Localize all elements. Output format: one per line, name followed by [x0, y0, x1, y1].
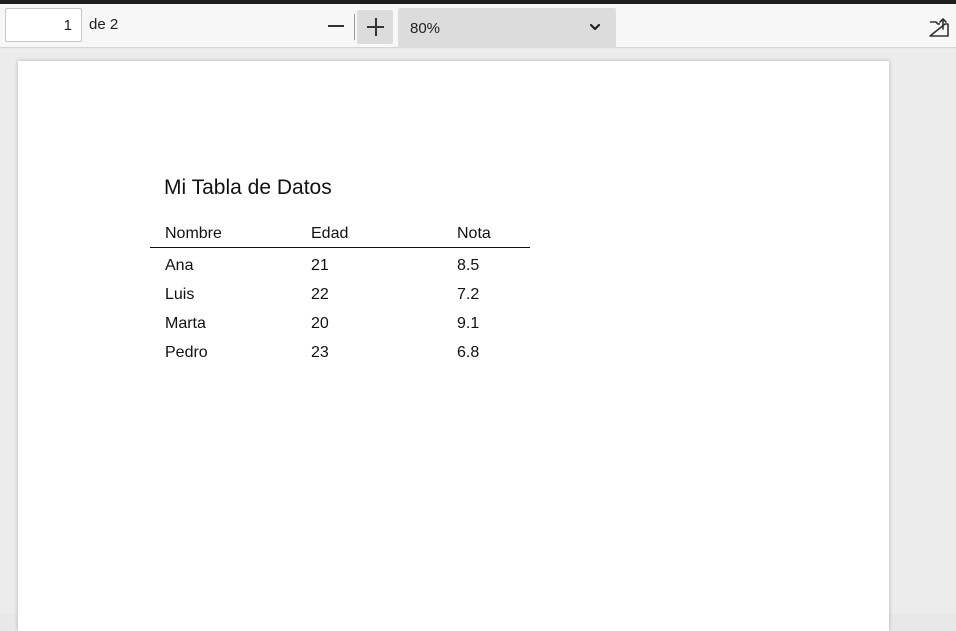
data-table: Nombre Edad Nota Ana 21 8.5 Luis 22 7.2 … — [150, 222, 530, 369]
document-viewer[interactable]: Mi Tabla de Datos Nombre Edad Nota Ana 2… — [0, 49, 956, 631]
pdf-toolbar: de 2 80% — [0, 4, 956, 48]
open-external-icon[interactable] — [927, 16, 951, 40]
zoom-out-button[interactable] — [323, 11, 349, 41]
table-header-cell: Edad — [311, 225, 349, 242]
table-cell: 23 — [311, 344, 329, 361]
table-cell: 9.1 — [457, 315, 480, 332]
table-row: Ana 21 8.5 — [150, 253, 530, 282]
table-header-cell: Nota — [457, 225, 491, 242]
table-cell: 8.5 — [457, 257, 480, 274]
zoom-divider — [354, 14, 355, 40]
table-row: Luis 22 7.2 — [150, 282, 530, 311]
table-cell: 20 — [311, 315, 329, 332]
document-page: Mi Tabla de Datos Nombre Edad Nota Ana 2… — [18, 61, 889, 631]
table-cell: 7.2 — [457, 286, 480, 303]
minus-icon — [328, 25, 344, 27]
table-cell: 21 — [311, 257, 329, 274]
table-cell: 6.8 — [457, 344, 480, 361]
table-header-cell: Nombre — [165, 225, 222, 242]
table-header-row: Nombre Edad Nota — [150, 222, 530, 248]
table-cell: Pedro — [165, 344, 208, 361]
table-row: Pedro 23 6.8 — [150, 340, 530, 369]
table-cell: Luis — [165, 286, 195, 303]
table-cell: Marta — [165, 315, 206, 332]
table-row: Marta 20 9.1 — [150, 311, 530, 340]
zoom-level-value: 80% — [410, 20, 441, 37]
table-cell: 22 — [311, 286, 329, 303]
page-total-label: de 2 — [89, 16, 119, 33]
chevron-down-icon — [589, 23, 601, 31]
document-title: Mi Tabla de Datos — [164, 176, 332, 199]
page-number-input[interactable] — [5, 8, 82, 42]
table-cell: Ana — [165, 257, 194, 274]
zoom-in-button[interactable] — [357, 10, 393, 44]
zoom-level-select[interactable]: 80% — [398, 8, 616, 48]
